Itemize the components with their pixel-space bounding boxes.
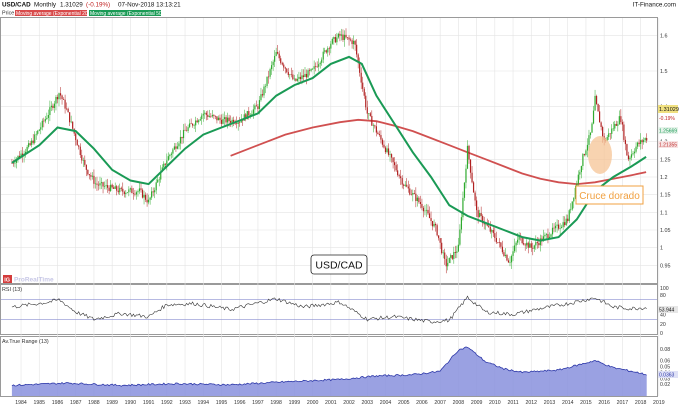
x-tick-label: 2014 — [562, 400, 574, 406]
candle-up — [571, 201, 573, 211]
x-tick-label: 1988 — [88, 400, 100, 406]
golden-cross-label: Cruce dorado — [579, 191, 640, 202]
candle-down — [626, 143, 628, 156]
x-tick-label: 2005 — [398, 400, 410, 406]
x-tick-label: 1986 — [52, 400, 64, 406]
candle-down — [595, 94, 598, 106]
x-tick-label: 1998 — [270, 400, 282, 406]
x-tick-label: 2016 — [598, 400, 610, 406]
candle-down — [597, 103, 599, 112]
price-tick-label: 1.1 — [660, 210, 668, 216]
x-tick-label: 2015 — [580, 400, 592, 406]
legend-ema-slow: Moving average (Exponential 200) — [16, 11, 92, 17]
price-tick-label: 1.15 — [660, 193, 671, 199]
x-tick-label: 2018 — [635, 400, 647, 406]
price-tick-label: 1.05 — [660, 228, 671, 234]
x-tick-label: 1990 — [125, 400, 137, 406]
x-tick-label: 2002 — [343, 400, 355, 406]
candle-up — [591, 122, 593, 134]
atr-value-tag: 0.0363 — [659, 373, 675, 379]
candle-down — [472, 180, 475, 193]
rsi-value-tag: 53.944 — [659, 308, 675, 314]
atr-tick-label: 0.02 — [660, 382, 670, 388]
rsi-panel — [0, 284, 658, 335]
rsi-tick-label: 20 — [660, 322, 666, 328]
candle-up — [448, 257, 450, 264]
chart-canvas[interactable]: USD/CAD Monthly 1.31029 (-0.19%) 07-Nov-… — [0, 0, 679, 407]
atr-tick-label: 0.08 — [660, 347, 670, 353]
x-tick-label: 2017 — [617, 400, 629, 406]
price-tick-label: 1.5 — [660, 69, 668, 75]
x-tick-label: 1993 — [179, 400, 191, 406]
x-tick-label: 1984 — [15, 400, 27, 406]
datetime-label: 07-Nov-2018 13:13:21 — [118, 2, 181, 9]
price-tick-label: 1 — [660, 246, 663, 252]
x-tick-label: 1999 — [289, 400, 301, 406]
x-tick-label: 2007 — [434, 400, 446, 406]
ema-slow-tag: 1.21355 — [659, 143, 677, 149]
logo-text: ProRealTime — [14, 277, 54, 284]
price-tick-label: 1.25 — [660, 157, 671, 163]
x-tick-label: 1997 — [252, 400, 264, 406]
rsi-tick-label: 100 — [660, 286, 669, 292]
x-tick-label: 1985 — [33, 400, 45, 406]
symbol-label: USD/CAD — [2, 2, 31, 9]
legend-price: Price — [2, 11, 14, 17]
candle-up — [568, 208, 570, 224]
period-label: Monthly — [34, 2, 57, 9]
x-tick-label: 2019 — [653, 400, 665, 406]
price-tick-label: 1.2 — [660, 175, 668, 181]
pair-title-label: USD/CAD — [315, 260, 363, 272]
last-price-tag: 1.31029 — [659, 107, 679, 113]
x-tick-label: 2011 — [507, 400, 518, 406]
x-tick-label: 1995 — [216, 400, 228, 406]
x-tick-label: 1996 — [234, 400, 246, 406]
candle-down — [436, 223, 438, 237]
x-tick-label: 2012 — [525, 400, 537, 406]
x-tick-label: 1989 — [106, 400, 118, 406]
golden-cross-highlight — [588, 136, 612, 174]
x-tick-label: 2000 — [307, 400, 319, 406]
atr-label: Av.True Range (13) — [2, 339, 49, 345]
x-tick-label: 2010 — [489, 400, 501, 406]
price-tags: 1.31029 -0.19% 1.25669 1.21355 — [658, 105, 679, 149]
x-tick-label: 2006 — [416, 400, 428, 406]
candle-down — [506, 253, 508, 262]
x-tick-label: 1987 — [70, 400, 82, 406]
x-tick-label: 2013 — [544, 400, 556, 406]
x-tick-label: 2001 — [325, 400, 337, 406]
x-tick-label: 1994 — [197, 400, 209, 406]
change-tag: -0.19% — [659, 116, 675, 122]
change-label: (-0.19%) — [86, 2, 110, 9]
price-tick-label: 1.6 — [660, 34, 668, 40]
legend-ema-fast: Moving average (Exponential 50) — [90, 11, 164, 17]
x-tick-label: 2009 — [471, 400, 483, 406]
brand-label: IT-Finance.com — [633, 2, 676, 9]
rsi-tick-label: 0 — [660, 331, 663, 337]
candle-down — [141, 188, 144, 199]
price-panel — [0, 17, 658, 284]
rsi-label: RSI (13) — [2, 287, 22, 293]
x-tick-label: 1992 — [161, 400, 173, 406]
logo-mark: IG — [4, 278, 10, 284]
x-tick-label: 1991 — [143, 400, 155, 406]
price-label: 1.31029 — [60, 2, 83, 9]
candle-down — [623, 121, 625, 143]
x-tick-label: 2008 — [453, 400, 465, 406]
x-tick-label: 2003 — [361, 400, 373, 406]
price-tick-label: 0.95 — [660, 263, 671, 269]
rsi-tick-label: 80 — [660, 293, 666, 299]
ema-fast-tag: 1.25669 — [659, 129, 677, 135]
x-tick-label: 2004 — [380, 400, 392, 406]
